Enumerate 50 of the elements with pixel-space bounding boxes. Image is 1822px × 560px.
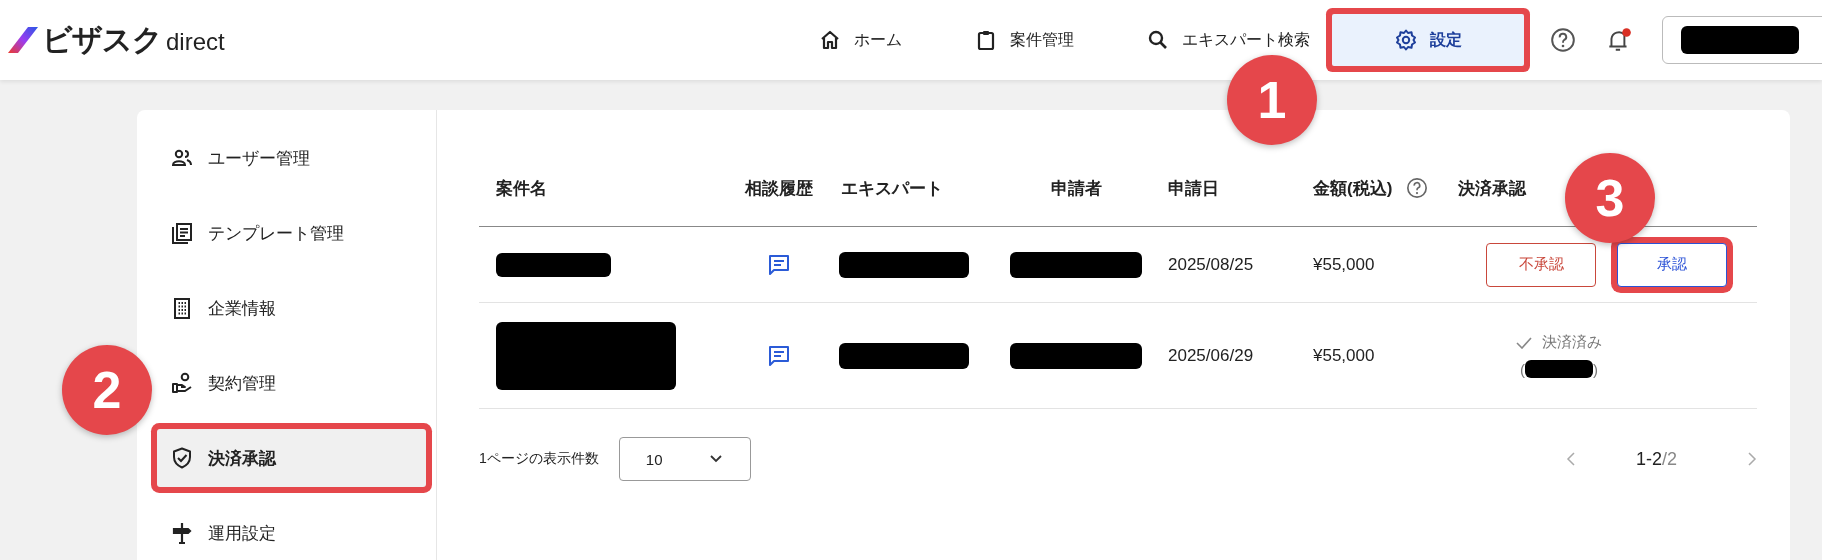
column-header: 案件名 — [496, 177, 547, 200]
sidebar-item[interactable]: テンプレート管理 — [157, 204, 426, 262]
logo-slash-icon — [8, 27, 38, 53]
sidebar-item-label: ユーザー管理 — [208, 147, 310, 170]
settings-icon — [1394, 28, 1418, 52]
sidebar-item-label: 決済承認 — [208, 447, 276, 470]
sidebar-item-label: テンプレート管理 — [208, 222, 344, 245]
check-icon — [1516, 336, 1532, 349]
date-cell: 2025/06/29 — [1168, 345, 1254, 366]
nav-tab[interactable]: ホーム — [810, 28, 910, 52]
reject-button[interactable]: 不承認 — [1486, 242, 1596, 287]
column-header: 申請者 — [1050, 177, 1102, 200]
column-header: エキスパート — [841, 177, 943, 200]
bell-icon[interactable] — [1606, 26, 1632, 54]
per-page-select[interactable]: 10 — [618, 437, 751, 481]
sidebar-item[interactable]: 企業情報 — [157, 279, 426, 337]
help-icon[interactable] — [1550, 27, 1576, 53]
sidebar-item-label: 企業情報 — [208, 297, 276, 320]
logo-text: ビザスク — [42, 21, 162, 58]
shield-check-icon — [170, 446, 194, 470]
sidebar-item[interactable]: 契約管理 — [157, 354, 426, 412]
sidebar-item-label: 運用設定 — [208, 522, 276, 545]
per-page-label: 1ページの表示件数 — [479, 450, 599, 468]
column-header: 決済承認 — [1458, 177, 1526, 200]
paren-text: ) — [1593, 360, 1598, 378]
hand-person-icon — [170, 371, 194, 395]
amount-cell: ¥55,000 — [1313, 254, 1375, 275]
nav-tab[interactable]: エキスパート検索 — [1138, 28, 1318, 52]
sidebar-item[interactable]: 運用設定 — [157, 504, 426, 560]
redaction-bar — [1525, 360, 1593, 378]
step-badge: 2 — [62, 345, 152, 435]
paren-text: ( — [1520, 360, 1525, 378]
nav-tab[interactable]: 案件管理 — [966, 28, 1082, 52]
logo-suffix: direct — [166, 27, 225, 56]
chat-icon[interactable] — [767, 252, 791, 277]
column-header: 相談履歴 — [745, 177, 813, 200]
column-header: 金額(税込) — [1313, 177, 1393, 200]
document-icon — [170, 221, 194, 245]
page-range: 1-2/2 — [1635, 448, 1677, 470]
chevron-down-icon — [709, 455, 722, 463]
sidebar-item[interactable]: ユーザー管理 — [157, 129, 426, 187]
chat-icon[interactable] — [767, 343, 791, 368]
sidebar-item-label: 契約管理 — [208, 372, 276, 395]
account-button[interactable] — [1662, 16, 1822, 64]
date-cell: 2025/08/25 — [1168, 254, 1254, 275]
amount-cell: ¥55,000 — [1313, 345, 1375, 366]
signpost-icon — [170, 521, 194, 545]
column-header: 申請日 — [1168, 177, 1219, 200]
settled-status: 決済済み — [1542, 333, 1602, 352]
help-icon[interactable] — [1406, 177, 1429, 199]
